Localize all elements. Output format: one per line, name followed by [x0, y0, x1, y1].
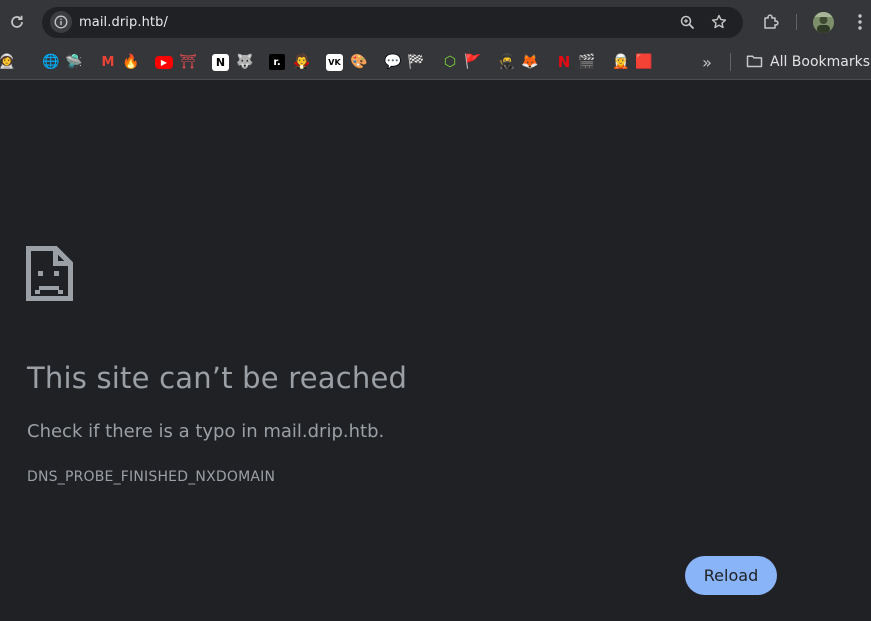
- kebab-menu-icon[interactable]: [850, 10, 870, 34]
- chevron-double-right-icon[interactable]: »: [698, 51, 716, 73]
- toolbar-divider: [796, 14, 797, 30]
- bookmarks-bar: 👩‍🚀 🌐 🛸 M 🔥 ▶ ⛩ N 🐺 r. 🧛 VK 🎨 💬 🏁 ⬡ 🚩 🥷 …: [0, 45, 871, 80]
- torii-favicon[interactable]: ⛩: [178, 52, 198, 72]
- red-flag-favicon[interactable]: 🚩: [463, 52, 483, 72]
- all-bookmarks-label: All Bookmarks: [770, 54, 871, 70]
- notion-favicon[interactable]: N: [212, 54, 229, 71]
- puzzle-icon[interactable]: [759, 10, 783, 34]
- vk-favicon[interactable]: VK: [326, 54, 343, 71]
- zoom-icon[interactable]: [676, 11, 698, 33]
- reload-button[interactable]: Reload: [685, 556, 777, 595]
- error-code: DNS_PROBE_FINISHED_NXDOMAIN: [27, 469, 276, 485]
- clapper-favicon[interactable]: 🎬: [577, 52, 597, 72]
- star-icon[interactable]: [708, 11, 730, 33]
- error-page: This site can’t be reached Check if ther…: [0, 81, 871, 621]
- bookmarks-divider: [730, 53, 731, 71]
- avatar[interactable]: [813, 12, 834, 33]
- astronaut-favicon[interactable]: 👩‍🚀: [0, 52, 17, 72]
- url-text[interactable]: mail.drip.htb/: [79, 15, 168, 30]
- globe-favicon[interactable]: 🌐: [41, 52, 61, 72]
- checkered-flag-favicon[interactable]: 🏁: [406, 52, 426, 72]
- speech-favicon[interactable]: 💬: [383, 52, 403, 72]
- browser-toolbar: mail.drip.htb/: [0, 0, 871, 45]
- youtube-favicon[interactable]: ▶: [155, 56, 173, 69]
- all-bookmarks-button[interactable]: All Bookmarks: [746, 51, 870, 73]
- error-detail: Check if there is a typo in mail.drip.ht…: [27, 421, 385, 442]
- sad-page-icon: [26, 246, 73, 302]
- folder-icon: [746, 53, 763, 72]
- error-title: This site can’t be reached: [27, 361, 408, 395]
- fox-favicon[interactable]: 🦊: [520, 52, 540, 72]
- vampire-favicon[interactable]: 🧛: [292, 52, 312, 72]
- r-favicon[interactable]: r.: [269, 54, 285, 70]
- info-icon[interactable]: [50, 11, 72, 33]
- art-favicon[interactable]: 🎨: [349, 52, 369, 72]
- netflix-favicon[interactable]: N: [554, 52, 574, 72]
- red-app-favicon[interactable]: 🟥: [634, 52, 654, 72]
- wolf-favicon[interactable]: 🐺: [235, 52, 255, 72]
- address-bar[interactable]: mail.drip.htb/: [42, 7, 743, 38]
- elf-favicon[interactable]: 🧝: [611, 52, 631, 72]
- gmail-favicon[interactable]: M: [98, 52, 118, 72]
- ufo-favicon[interactable]: 🛸: [64, 52, 84, 72]
- ninja-favicon[interactable]: 🥷: [497, 52, 517, 72]
- reload-icon[interactable]: [4, 9, 30, 35]
- fire-favicon[interactable]: 🔥: [121, 52, 141, 72]
- cube-favicon[interactable]: ⬡: [440, 52, 460, 72]
